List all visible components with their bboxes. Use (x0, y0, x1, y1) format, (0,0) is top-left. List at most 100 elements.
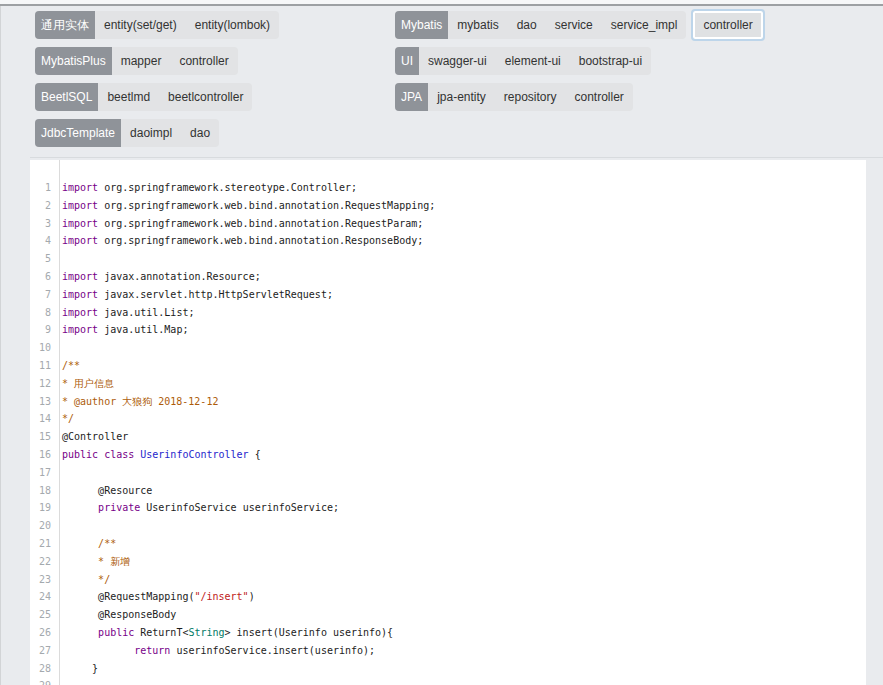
code-token-pl: > insert(Userinfo userinfo){ (225, 627, 394, 638)
option-beetlsql-beetlcontroller[interactable]: beetlcontroller (159, 83, 252, 111)
code-token-pl: @RequestMapping( (62, 591, 194, 602)
line-number: 7 (30, 286, 51, 304)
code-line: 21 /** (30, 535, 866, 553)
option-mybatis-service-impl[interactable]: service_impl (602, 11, 687, 39)
line-number: 28 (30, 660, 51, 678)
toolbar-code-divider (30, 157, 883, 158)
code-token-cm: * @author 大狼狗 2018-12-12 (62, 396, 218, 407)
group-bar-ui: UIswagger-uielement-uibootstrap-ui (395, 47, 651, 75)
code-line: 22 * 新增 (30, 553, 866, 571)
option-group-entity-set-get[interactable]: entity(set/get) (95, 11, 186, 39)
code-token-cn: UserinfoController (134, 449, 248, 460)
code-token-pl: ReturnT< (134, 627, 188, 638)
code-token-pl: ) (249, 591, 255, 602)
option-jdbctemplate-dao[interactable]: dao (181, 119, 219, 147)
button-group-jdbctemplate: JdbcTemplatedaoimpldao (35, 119, 219, 147)
code-text: import org.springframework.web.bind.anno… (51, 197, 435, 215)
code-token-pl: @Resource (62, 485, 152, 496)
code-line: 4import org.springframework.web.bind.ann… (30, 232, 866, 250)
code-line: 10 (30, 339, 866, 357)
code-token-pl: java.util.List; (98, 307, 194, 318)
line-number: 21 (30, 535, 51, 553)
code-text: public ReturnT<String> insert(Userinfo u… (51, 624, 393, 642)
code-token-kw: import (62, 218, 98, 229)
category-label-mybatis: Mybatis (395, 11, 448, 39)
button-group-ui: UIswagger-uielement-uibootstrap-ui (395, 47, 651, 75)
option-mybatisplus-mapper[interactable]: mapper (112, 47, 171, 75)
line-number: 1 (30, 179, 51, 197)
option-mybatis-dao[interactable]: dao (508, 11, 546, 39)
code-text: */ (51, 410, 74, 428)
top-strip (0, 0, 883, 6)
code-line: 16public class UserinfoController { (30, 446, 866, 464)
code-line: 11/** (30, 357, 866, 375)
code-token-kw: import (62, 235, 98, 246)
option-ui-swagger-ui[interactable]: swagger-ui (419, 47, 496, 75)
option-beetlsql-beetlmd[interactable]: beetlmd (98, 83, 159, 111)
code-text (51, 250, 62, 268)
category-label-ui: UI (395, 47, 419, 75)
code-token-cm: */ (62, 413, 74, 424)
code-text (51, 677, 62, 685)
line-number: 23 (30, 571, 51, 589)
code-text: import javax.servlet.http.HttpServletReq… (51, 286, 333, 304)
option-jpa-controller[interactable]: controller (566, 83, 633, 111)
code-token-pl: @ResponseBody (62, 609, 176, 620)
group-bar-mybatis: Mybatismybatisdaoserviceservice_impl (395, 11, 686, 39)
line-number: 2 (30, 197, 51, 215)
option-jpa-jpa-entity[interactable]: jpa-entity (428, 83, 495, 111)
code-text: import org.springframework.stereotype.Co… (51, 179, 357, 197)
line-number: 11 (30, 357, 51, 375)
code-text (51, 339, 62, 357)
code-line: 26 public ReturnT<String> insert(Userinf… (30, 624, 866, 642)
code-line: 15@Controller (30, 428, 866, 446)
option-mybatis-service[interactable]: service (546, 11, 602, 39)
code-panel: 1import org.springframework.stereotype.C… (30, 160, 866, 685)
group-bar-group: 通用实体entity(set/get)entity(lombok) (35, 11, 279, 39)
code-token-pl: userinfoService.insert(userinfo); (170, 645, 375, 656)
option-mybatis-controller-selected[interactable]: controller (691, 9, 764, 41)
option-group-entity-lombok[interactable]: entity(lombok) (186, 11, 279, 39)
code-line: 18 @Resource (30, 482, 866, 500)
code-text: */ (51, 571, 110, 589)
code-text: @ResponseBody (51, 606, 176, 624)
code-line: 19 private UserinfoService userinfoServi… (30, 499, 866, 517)
code-text: * 用户信息 (51, 375, 114, 393)
option-ui-element-ui[interactable]: element-ui (496, 47, 570, 75)
code-token-kw: public class (62, 449, 134, 460)
code-line: 28 } (30, 660, 866, 678)
code-text: @Resource (51, 482, 152, 500)
code-line: 3 import org.springframework.web.bind.ann… (30, 215, 866, 233)
line-number: 16 (30, 446, 51, 464)
code-token-kw: public (62, 627, 134, 638)
line-number: 3 (30, 215, 51, 233)
option-jdbctemplate-daoimpl[interactable]: daoimpl (121, 119, 181, 147)
code-token-pl: org.springframework.web.bind.annotation.… (98, 235, 423, 246)
code-token-str: "/insert" (194, 591, 248, 602)
code-text: return userinfoService.insert(userinfo); (51, 642, 375, 660)
code-text: @RequestMapping("/insert") (51, 588, 255, 606)
code-line: 14*/ (30, 410, 866, 428)
option-mybatis-mybatis[interactable]: mybatis (448, 11, 507, 39)
code-line: 20 (30, 517, 866, 535)
option-ui-bootstrap-ui[interactable]: bootstrap-ui (570, 47, 651, 75)
code-line: 2import org.springframework.web.bind.ann… (30, 197, 866, 215)
code-token-pl: org.springframework.web.bind.annotation.… (98, 218, 423, 229)
category-label-mybatisplus: MybatisPlus (35, 47, 112, 75)
line-number: 20 (30, 517, 51, 535)
option-jpa-repository[interactable]: repository (495, 83, 566, 111)
code-token-cm: */ (62, 574, 110, 585)
code-line: 12* 用户信息 (30, 375, 866, 393)
code-token-kw: import (62, 289, 98, 300)
code-line: 24 @RequestMapping("/insert") (30, 588, 866, 606)
code-token-kw: private (62, 502, 140, 513)
code-line: 23 */ (30, 571, 866, 589)
code-token-kw: import (62, 307, 98, 318)
code-line: 5 (30, 250, 866, 268)
code-line: 1import org.springframework.stereotype.C… (30, 179, 866, 197)
code-text: * @author 大狼狗 2018-12-12 (51, 393, 218, 411)
option-mybatisplus-controller[interactable]: controller (170, 47, 237, 75)
code-line: 29 (30, 677, 866, 685)
code-line: 17 (30, 464, 866, 482)
code-text: import javax.annotation.Resource; (51, 268, 261, 286)
